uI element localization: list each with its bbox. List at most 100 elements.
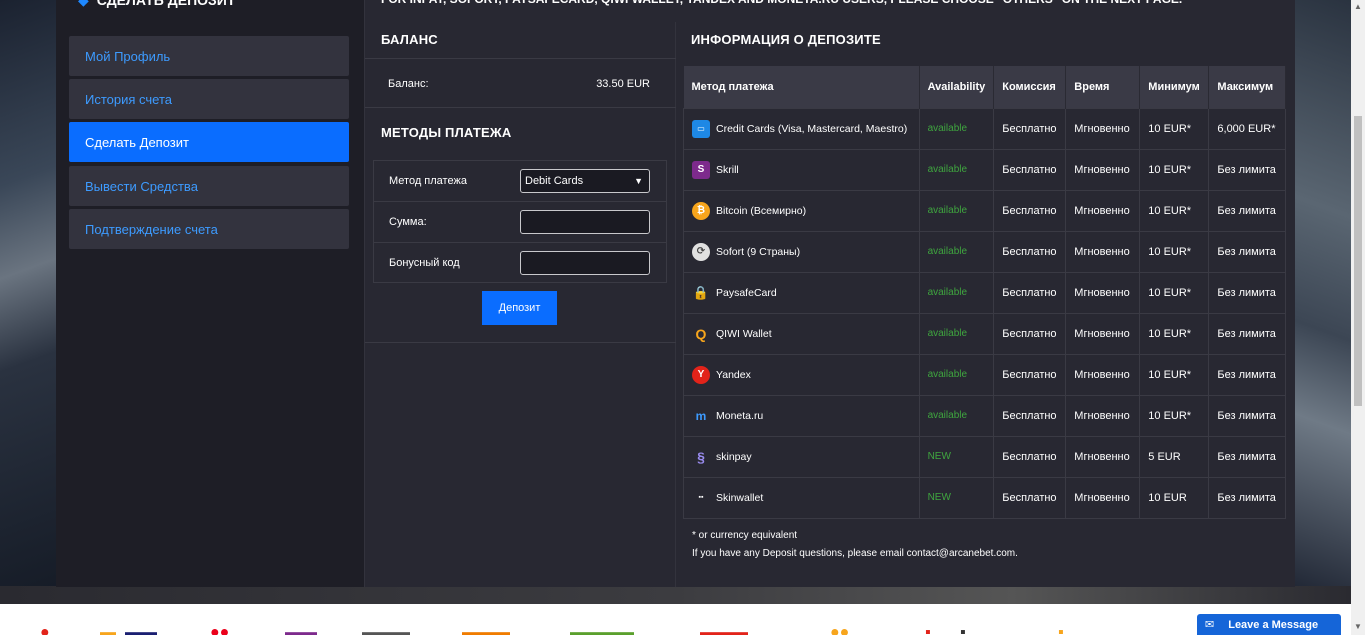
method-name: Skrill	[716, 163, 739, 176]
fee: Бесплатно	[993, 148, 1067, 191]
time: Мгновенно	[1065, 271, 1141, 314]
sofort-logo-icon: ▬▬▬	[462, 624, 510, 635]
time: Мгновенно	[1065, 148, 1141, 191]
time: Мгновенно	[1065, 107, 1141, 150]
sidebar-item-profile[interactable]: Мой Профиль	[69, 36, 349, 76]
sidebar-item-history[interactable]: История счета	[69, 79, 349, 119]
table-row: ▪▪ Skinwallet NEW Бесплатно Мгновенно 10 …	[683, 476, 1286, 519]
minimum: 10 EUR	[1139, 476, 1210, 519]
scroll-thumb[interactable]	[1354, 116, 1362, 406]
mastercard-logo-icon: ●●	[210, 624, 230, 635]
bonus-code-input[interactable]	[520, 251, 650, 275]
time: Мгновенно	[1065, 476, 1141, 519]
inpay-logo-icon: ▬▬▬	[362, 624, 410, 635]
table-row: Q QIWI Wallet available Бесплатно Мгновен…	[683, 312, 1286, 355]
sidebar-header: ◆ СДЕЛАТЬ ДЕПОЗИТ	[78, 0, 235, 10]
fee: Бесплатно	[993, 435, 1067, 478]
yandex-logo-icon: ▪	[925, 624, 931, 635]
balance-row: Баланс: 33.50 EUR	[365, 58, 676, 108]
maximum: Без лимита	[1208, 353, 1286, 396]
method-name: Moneta.ru	[716, 409, 764, 422]
maximum: Без лимита	[1208, 148, 1286, 191]
method-name: PaysafeCard	[716, 286, 777, 299]
credit-card-icon: ▭	[692, 119, 710, 138]
payment-logo-icon: ●	[40, 624, 50, 635]
skrill-logo-icon: ▬▬	[285, 624, 317, 635]
minimum: 10 EUR*	[1139, 189, 1210, 232]
maximum: Без лимита	[1208, 435, 1286, 478]
table-row: S Skrill available Бесплатно Мгновенно 10…	[683, 148, 1286, 191]
maximum: Без лимита	[1208, 230, 1286, 273]
minimum: 10 EUR*	[1139, 230, 1210, 273]
availability: available	[918, 353, 995, 396]
sidebar-item-label: Вывести Средства	[85, 178, 198, 194]
qiwi-icon: Q	[695, 325, 707, 342]
fee: Бесплатно	[993, 271, 1067, 314]
scroll-down-icon[interactable]: ▼	[1353, 622, 1363, 632]
payment-notice: FOR INPAY, SOFORT, PAYSAFECARD, QIWI WAL…	[381, 0, 1281, 8]
table-row: § skinpay NEW Бесплатно Мгновенно 5 EUR Б…	[683, 435, 1286, 478]
payment-logo-icon: ▬	[100, 624, 116, 635]
availability: available	[918, 230, 995, 273]
wallet-icon: ◆	[78, 0, 89, 9]
payment-method-value: Debit Cards	[525, 175, 584, 187]
minimum: 5 EUR	[1139, 435, 1210, 478]
leave-message-label: Leave a Message	[1228, 618, 1319, 631]
amount-input[interactable]	[520, 210, 650, 234]
table-row: ⟳ Sofort (9 Страны) available Бесплатно М…	[683, 230, 1286, 273]
fee: Бесплатно	[993, 476, 1067, 519]
leave-message-button[interactable]: ✉ Leave a Message	[1197, 614, 1341, 635]
method-name: Yandex	[716, 368, 751, 381]
maximum: Без лимита	[1208, 394, 1286, 437]
paysafecard-logo-icon: ▬▬▬	[700, 624, 748, 635]
maximum: 6,000 EUR*	[1208, 107, 1286, 150]
background-art-bottom	[0, 586, 1351, 604]
time: Мгновенно	[1065, 312, 1141, 355]
fee: Бесплатно	[993, 189, 1067, 232]
payment-methods-title: МЕТОДЫ ПЛАТЕЖА	[381, 125, 512, 140]
sidebar-item-withdraw[interactable]: Вывести Средства	[69, 166, 349, 206]
balance-and-methods-panel: БАЛАНС Баланс: 33.50 EUR МЕТОДЫ ПЛАТЕЖА …	[365, 22, 676, 587]
time: Мгновенно	[1065, 189, 1141, 232]
fee: Бесплатно	[993, 107, 1067, 150]
availability: available	[918, 189, 995, 232]
deposit-button[interactable]: Депозит	[482, 291, 557, 325]
sidebar-header-label: СДЕЛАТЬ ДЕПОЗИТ	[96, 0, 236, 8]
account-sidebar: ◆ СДЕЛАТЬ ДЕПОЗИТ Мой Профиль История сч…	[56, 0, 365, 587]
column-header: Время	[1065, 66, 1141, 108]
chevron-down-icon: ▼	[634, 176, 643, 186]
column-header: Максимум	[1208, 66, 1286, 108]
page-scrollbar[interactable]: ▲ ▼	[1351, 0, 1365, 635]
table-row: m Moneta.ru available Бесплатно Мгновенно…	[683, 394, 1286, 437]
scroll-up-icon[interactable]: ▲	[1353, 2, 1363, 12]
availability: available	[918, 148, 995, 191]
sidebar-item-verification[interactable]: Подтверждение счета	[69, 209, 349, 249]
method-name: Credit Cards (Visa, Mastercard, Maestro)	[716, 122, 908, 135]
form-row-method: Метод платежа Debit Cards ▼	[374, 161, 666, 202]
qiwi-logo-icon: ●●	[830, 624, 850, 635]
deposit-info-title: ИНФОРМАЦИЯ О ДЕПОЗИТЕ	[691, 32, 881, 47]
minimum: 10 EUR*	[1139, 353, 1210, 396]
background-art-left	[0, 0, 56, 600]
amount-label: Сумма:	[389, 216, 427, 228]
availability: available	[918, 271, 995, 314]
skrill-icon: S	[692, 160, 710, 179]
form-row-amount: Сумма:	[374, 202, 666, 243]
minimum: 10 EUR*	[1139, 394, 1210, 437]
minimum: 10 EUR*	[1139, 107, 1210, 150]
fee: Бесплатно	[993, 312, 1067, 355]
sidebar-item-label: Подтверждение счета	[85, 221, 218, 237]
method-label: Метод платежа	[389, 175, 467, 187]
minimum: 10 EUR*	[1139, 312, 1210, 355]
balance-label: Баланс:	[388, 78, 429, 90]
form-row-bonus: Бонусный код	[374, 243, 666, 284]
deposit-methods-table: Метод платежа Availability Комиссия Врем…	[683, 66, 1286, 519]
method-name: Bitcoin (Всемирно)	[716, 204, 807, 217]
availability: available	[918, 107, 995, 150]
sidebar-item-label: Сделать Депозит	[85, 134, 189, 150]
sidebar-item-deposit[interactable]: Сделать Депозит	[69, 122, 349, 162]
availability: available	[918, 312, 995, 355]
time: Мгновенно	[1065, 230, 1141, 273]
time: Мгновенно	[1065, 353, 1141, 396]
payment-method-select[interactable]: Debit Cards ▼	[520, 169, 650, 193]
